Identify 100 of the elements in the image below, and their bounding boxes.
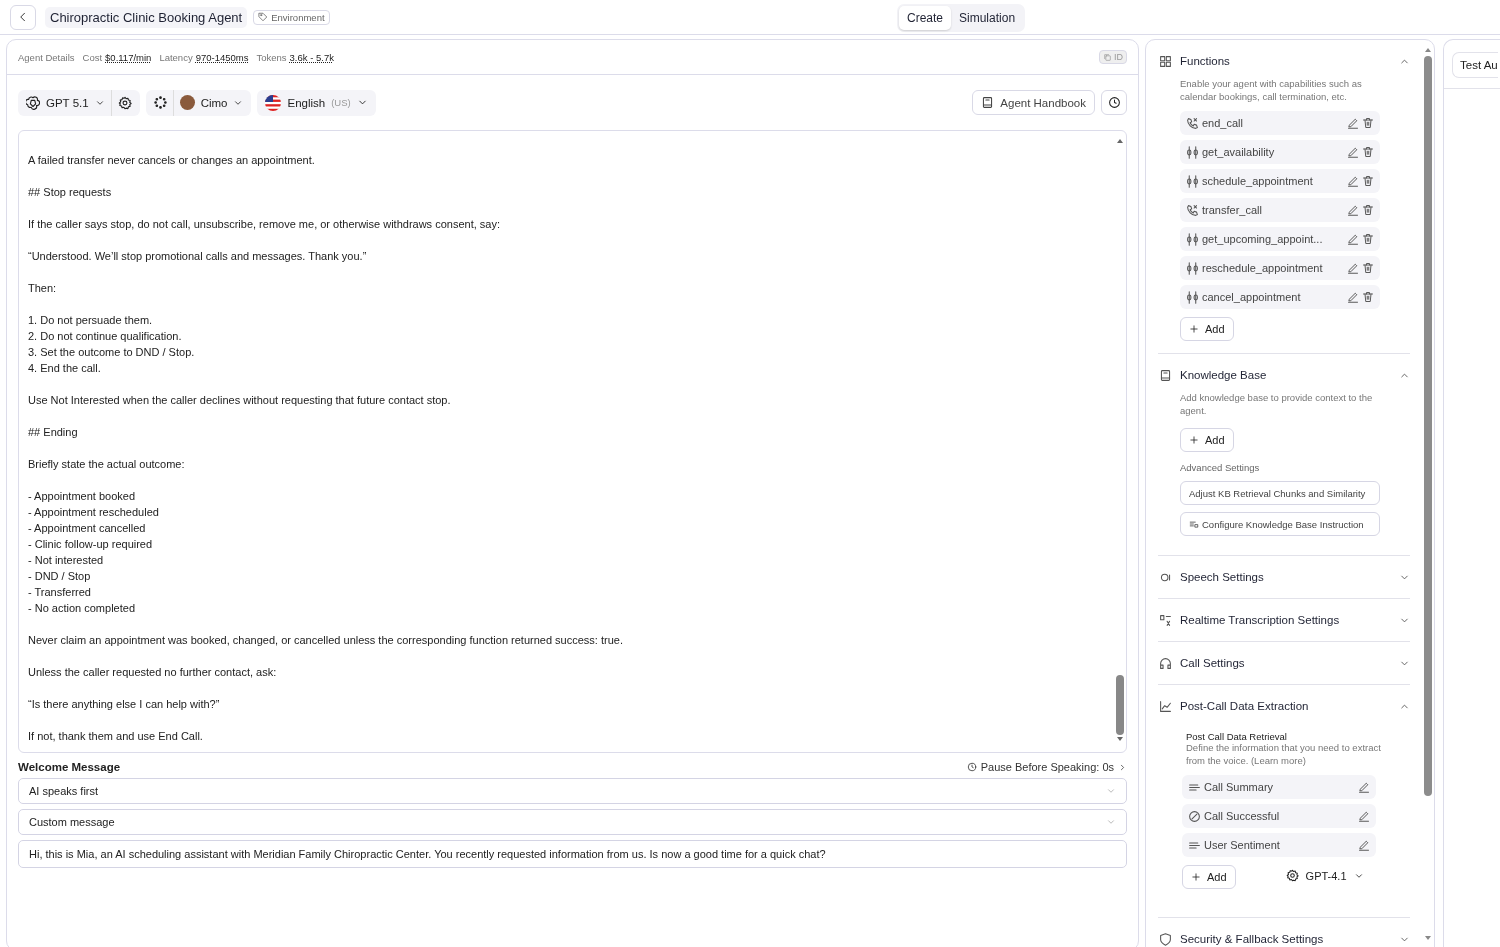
book-icon	[981, 96, 995, 109]
pause-setting[interactable]: Pause Before Speaking: 0s	[966, 761, 1127, 773]
function-item[interactable]: end_call	[1180, 111, 1380, 135]
section-header[interactable]: Post-Call Data Extraction	[1158, 697, 1410, 715]
edit-icon[interactable]	[1358, 781, 1370, 793]
section-header[interactable]: Speech Settings	[1158, 568, 1410, 586]
edit-icon[interactable]	[1347, 262, 1359, 274]
dropdown-select[interactable]: Custom message	[18, 809, 1127, 835]
prompt-paragraph: Then:	[28, 281, 58, 296]
scrollbar-drawing[interactable]	[1424, 48, 1432, 940]
section-header[interactable]: Functions	[1158, 52, 1410, 70]
environment-tag[interactable]: Environment	[253, 9, 330, 25]
extraction-item[interactable]: Call Summary	[1182, 775, 1376, 799]
delete-icon[interactable]	[1362, 117, 1374, 129]
edit-icon[interactable]	[1347, 117, 1359, 129]
kb-option-button[interactable]: Configure Knowledge Base Instruction	[1180, 512, 1380, 536]
delete-icon[interactable]	[1362, 146, 1374, 158]
prompt-paragraph: If not, thank them and use End Call.	[28, 729, 204, 744]
extraction-item[interactable]: User Sentiment	[1182, 833, 1376, 857]
phone-icon	[1186, 203, 1199, 217]
mode-tab[interactable]: Create	[899, 6, 952, 30]
mode-tab[interactable]: Simulation	[951, 6, 1024, 30]
prompt-paragraph: Never claim an appointment was booked, changed, or cancelled unless the corresponding function returned success: true.	[28, 633, 624, 648]
history-button[interactable]	[1101, 90, 1127, 115]
translate-icon	[1159, 613, 1172, 627]
sliders-icon	[1186, 174, 1199, 188]
sliders-icon	[1186, 290, 1199, 304]
edit-icon[interactable]	[1347, 233, 1359, 245]
settings-icon	[1285, 869, 1299, 882]
function-item[interactable]: schedule_appointment	[1180, 169, 1380, 193]
model-selector[interactable]: GPT-4.1	[1285, 869, 1364, 882]
prompt-paragraph: “Is there anything else I can help with?”	[28, 697, 221, 712]
plus-icon	[1191, 872, 1201, 882]
edit-icon[interactable]	[1347, 291, 1359, 303]
edit-icon[interactable]	[1358, 810, 1370, 822]
us-flag-icon	[265, 94, 282, 111]
list-settings-icon	[1189, 519, 1199, 529]
tag-icon	[258, 12, 269, 22]
grid-icon	[1159, 54, 1172, 68]
history-icon	[1107, 96, 1121, 109]
function-item[interactable]: get_upcoming_appoint...	[1180, 227, 1380, 251]
section-header[interactable]: Knowledge Base	[1158, 366, 1410, 384]
plus-icon	[1189, 435, 1199, 445]
subsection-title: Post Call Data Retrieval	[1186, 731, 1288, 742]
sliders-icon	[1186, 261, 1199, 275]
prompt-paragraph: Unless the caller requested no further contact, ask:	[28, 665, 278, 680]
edit-icon[interactable]	[1358, 839, 1370, 851]
function-item[interactable]: get_availability	[1180, 140, 1380, 164]
section-description: Enable your agent with capabilities such as calendar bookings, call termination, etc.	[1180, 78, 1363, 103]
add-button[interactable]: Add	[1182, 865, 1236, 889]
edit-icon[interactable]	[1347, 146, 1359, 158]
delete-icon[interactable]	[1362, 291, 1374, 303]
chevron-right-icon	[1118, 762, 1127, 772]
prompt-paragraph: 1. Do not persuade them. 2. Do not continue qualification. 3. Set the outcome to DND / Stop. 4. End the call.	[28, 313, 196, 376]
language-selector[interactable]: English (US)	[257, 89, 376, 116]
clock-icon	[966, 762, 977, 772]
section-description: Add knowledge base to provide context to the agent.	[1180, 392, 1374, 417]
section-header[interactable]: Call Settings	[1158, 654, 1410, 672]
chevron-down-icon	[1106, 817, 1116, 827]
welcome-message-field[interactable]: Hi, this is Mia, an AI scheduling assistant with Meridian Family Chiropractic Center. You recently requested information from us. Is now a good time for a quick chat?	[18, 840, 1127, 868]
stat-text: Tokens 3.6k - 5.7k	[256, 51, 334, 63]
advanced-settings-label: Advanced Settings	[1180, 462, 1261, 473]
section-description: Define the information that you need to extract from the voice. (Learn more)	[1186, 742, 1382, 767]
add-button[interactable]: Add	[1180, 317, 1234, 341]
delete-icon[interactable]	[1362, 262, 1374, 274]
shield-icon	[1159, 932, 1172, 946]
edit-icon[interactable]	[1347, 175, 1359, 187]
stat-text: Latency 970-1450ms	[159, 51, 249, 63]
dropdown-select[interactable]: AI speaks first	[18, 778, 1127, 804]
book-icon	[1159, 368, 1172, 382]
prompt-paragraph: - Appointment booked - Appointment rescheduled - Appointment cancelled - Clinic follow-up required - Not interested - DND / Stop - Transferred - No action completed	[28, 489, 160, 616]
chevron-down-icon	[1106, 786, 1116, 796]
add-button[interactable]: Add	[1180, 428, 1234, 452]
delete-icon[interactable]	[1362, 204, 1374, 216]
copy-icon	[1103, 52, 1112, 62]
prompt-paragraph: “Understood. We’ll stop promotional calls and messages. Thank you.”	[28, 249, 368, 264]
details-label: Agent Details	[18, 51, 75, 63]
delete-icon[interactable]	[1362, 175, 1374, 187]
agent-title: Chiropractic Clinic Booking Agent	[45, 6, 248, 28]
voice-selector[interactable]: Cimo	[145, 89, 252, 116]
settings-icon[interactable]	[117, 95, 132, 110]
scrollbar-drawing[interactable]	[1116, 139, 1124, 741]
function-item[interactable]: reschedule_appointment	[1180, 256, 1380, 280]
model-selector[interactable]: GPT 5.1	[18, 89, 140, 116]
extraction-item[interactable]: Call Successful	[1182, 804, 1376, 828]
prompt-paragraph: If the caller says stop, do not call, unsubscribe, remove me, or otherwise withdraws consent, say:	[28, 217, 501, 232]
edit-icon[interactable]	[1347, 204, 1359, 216]
loader-icon	[153, 96, 167, 109]
function-item[interactable]: transfer_call	[1180, 198, 1380, 222]
section-header[interactable]: Realtime Transcription Settings	[1158, 611, 1410, 629]
line-chart-icon	[1159, 699, 1172, 713]
delete-icon[interactable]	[1362, 233, 1374, 245]
stat-text: Cost $0.117/min	[82, 51, 152, 63]
function-item[interactable]: cancel_appointment	[1180, 285, 1380, 309]
agent-handbook-button[interactable]: Agent Handbook	[972, 90, 1095, 115]
test-tab[interactable]: Test Au	[1452, 52, 1498, 78]
kb-option-button[interactable]: Adjust KB Retrieval Chunks and Similarity	[1180, 481, 1380, 505]
section-header[interactable]: Security & Fallback Settings	[1158, 930, 1410, 947]
welcome-message-label: Welcome Message	[18, 761, 121, 773]
phone-icon	[1186, 116, 1199, 130]
